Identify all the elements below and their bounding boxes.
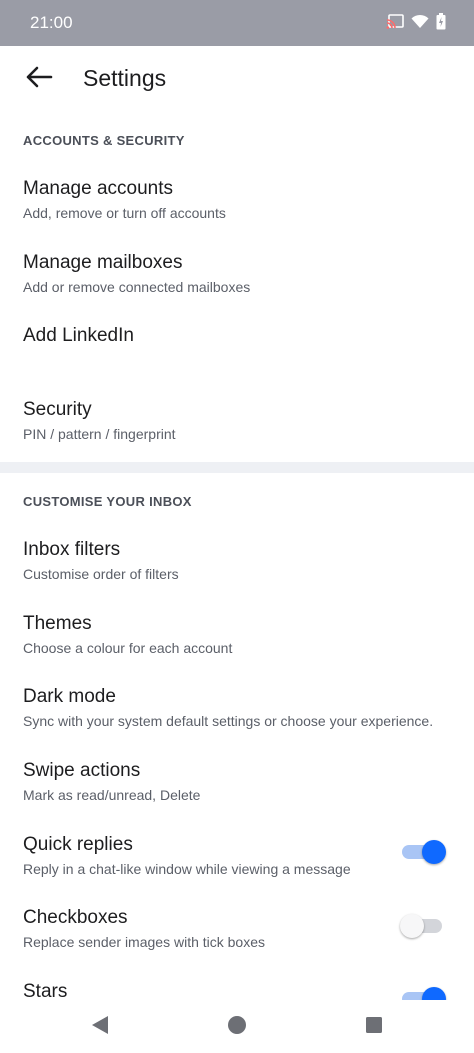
item-subtitle: Choose a colour for each account	[23, 640, 233, 656]
nav-recents-button[interactable]	[363, 1016, 385, 1038]
settings-item-dark-mode[interactable]: Dark mode Sync with your system default …	[0, 686, 474, 756]
wifi-icon	[411, 14, 429, 34]
toggle-thumb	[400, 914, 424, 938]
section-header-customise-inbox: CUSTOMISE YOUR INBOX	[23, 494, 192, 509]
item-subtitle: Add or remove connected mailboxes	[23, 279, 251, 295]
app-bar: Settings	[0, 46, 474, 112]
status-icons	[386, 13, 446, 35]
item-title: Swipe actions	[23, 760, 141, 781]
item-title: Add LinkedIn	[23, 325, 134, 346]
item-subtitle: Sync with your system default settings o…	[23, 713, 434, 729]
system-nav-bar	[0, 1000, 474, 1053]
page-title: Settings	[83, 65, 167, 91]
nav-home-button[interactable]	[226, 1015, 248, 1040]
item-subtitle: Replace sender images with tick boxes	[23, 934, 266, 950]
item-title: Themes	[23, 613, 92, 634]
item-title: Security	[23, 399, 92, 420]
quick-replies-toggle[interactable]	[400, 838, 446, 866]
settings-item-quick-replies[interactable]: Quick replies Reply in a chat-like windo…	[0, 834, 474, 904]
item-subtitle: PIN / pattern / fingerprint	[23, 426, 176, 442]
item-subtitle: Add, remove or turn off accounts	[23, 205, 226, 221]
settings-item-checkboxes[interactable]: Checkboxes Replace sender images with ti…	[0, 907, 474, 977]
item-title: Manage accounts	[23, 178, 173, 199]
status-bar: 21:00	[0, 0, 474, 46]
settings-item-manage-accounts[interactable]: Manage accounts Add, remove or turn off …	[0, 178, 474, 248]
item-title: Checkboxes	[23, 907, 128, 928]
battery-icon	[436, 13, 446, 35]
settings-item-security[interactable]: Security PIN / pattern / fingerprint	[0, 399, 474, 469]
arrow-back-icon	[25, 65, 53, 94]
settings-item-add-linkedin[interactable]: Add LinkedIn	[0, 325, 474, 395]
settings-item-inbox-filters[interactable]: Inbox filters Customise order of filters	[0, 539, 474, 609]
nav-back-button[interactable]	[89, 1015, 111, 1040]
back-button[interactable]	[22, 64, 56, 94]
recents-square-icon	[365, 1016, 383, 1039]
home-circle-icon	[227, 1015, 247, 1040]
item-title: Quick replies	[23, 834, 133, 855]
item-subtitle: Customise order of filters	[23, 566, 179, 582]
toggle-thumb	[422, 840, 446, 864]
back-triangle-icon	[91, 1015, 109, 1040]
item-subtitle: Reply in a chat-like window while viewin…	[23, 861, 351, 877]
item-title: Manage mailboxes	[23, 252, 183, 273]
checkboxes-toggle[interactable]	[400, 912, 446, 940]
settings-item-manage-mailboxes[interactable]: Manage mailboxes Add or remove connected…	[0, 252, 474, 322]
section-divider	[0, 462, 474, 473]
section-header-accounts-security: ACCOUNTS & SECURITY	[23, 133, 185, 148]
item-title: Dark mode	[23, 686, 116, 707]
status-time: 21:00	[30, 13, 73, 32]
settings-item-themes[interactable]: Themes Choose a colour for each account	[0, 613, 474, 683]
settings-item-swipe-actions[interactable]: Swipe actions Mark as read/unread, Delet…	[0, 760, 474, 830]
item-title: Inbox filters	[23, 539, 121, 560]
item-subtitle: Mark as read/unread, Delete	[23, 787, 201, 803]
cast-icon	[386, 13, 404, 35]
